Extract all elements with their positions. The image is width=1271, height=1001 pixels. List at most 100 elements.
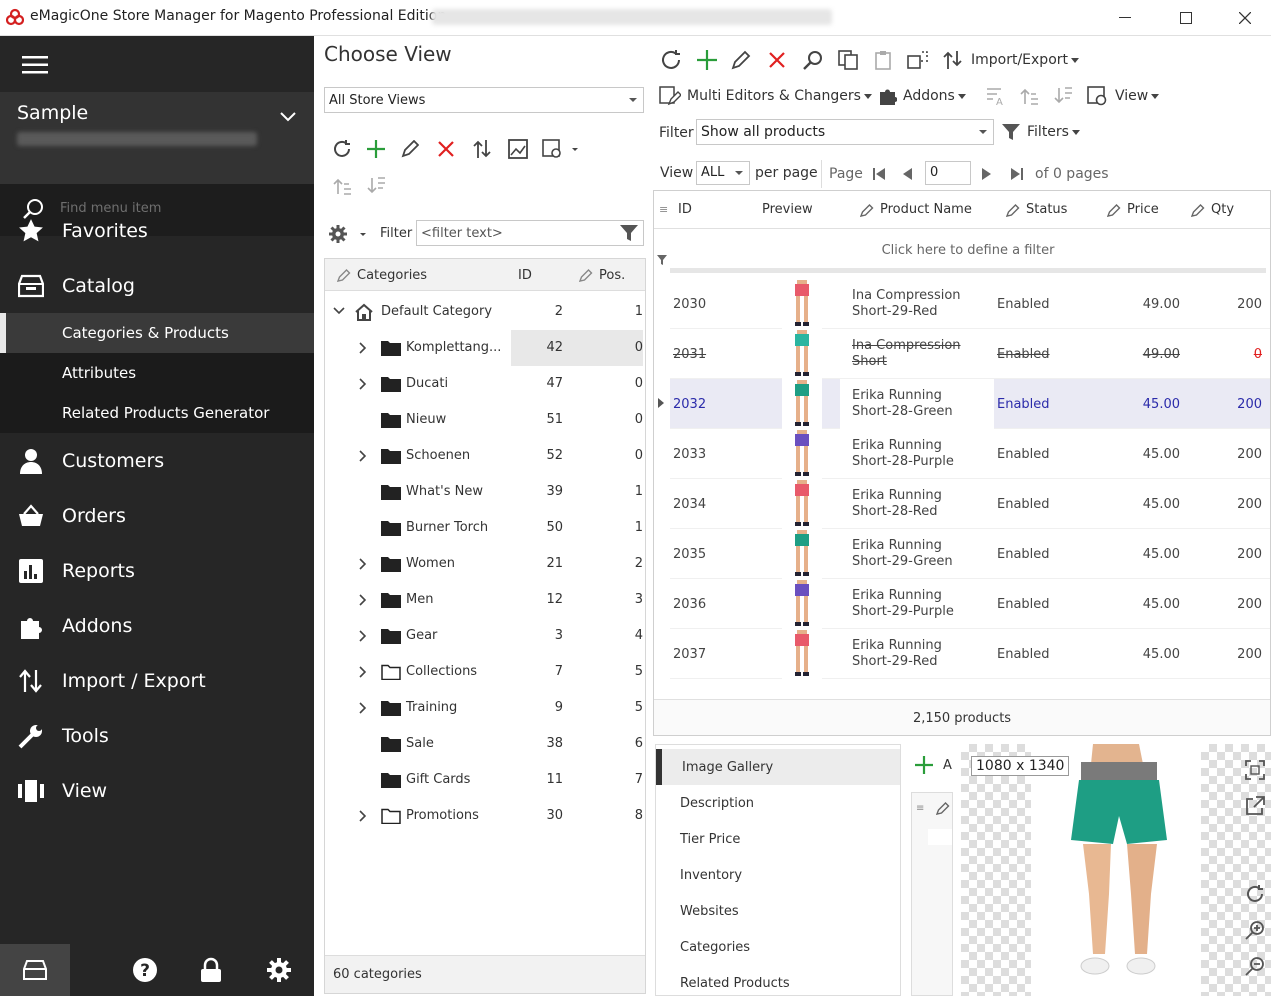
tree-row[interactable]: Ducati 47 0 <box>325 366 645 402</box>
image-button[interactable] <box>506 137 530 161</box>
column-status[interactable]: Status <box>1026 202 1067 217</box>
column-id[interactable]: ID <box>678 202 692 217</box>
chevron-right-icon[interactable] <box>359 558 367 570</box>
filters-button[interactable]: Filters <box>1001 120 1085 144</box>
image-thumbnail[interactable] <box>928 829 952 845</box>
chevron-right-icon[interactable] <box>359 702 367 714</box>
view-button[interactable]: View <box>1087 84 1167 108</box>
column-pos[interactable]: Pos. <box>599 268 625 283</box>
add-image-icon[interactable] <box>915 756 933 774</box>
tree-row[interactable]: Training 9 5 <box>325 690 645 726</box>
chevron-right-icon[interactable] <box>359 450 367 462</box>
add-button[interactable] <box>364 137 388 161</box>
funnel-icon[interactable] <box>619 224 639 242</box>
minimize-button[interactable] <box>1102 0 1148 36</box>
format-button[interactable]: A <box>983 84 1007 108</box>
tree-row[interactable]: Collections 7 5 <box>325 654 645 690</box>
sidebar-item-addons[interactable]: Addons <box>0 602 314 650</box>
store-view-select[interactable]: All Store Views <box>324 87 644 113</box>
sidebar-item-customers[interactable]: Customers <box>0 437 314 485</box>
tree-row[interactable]: Men 12 3 <box>325 582 645 618</box>
tab-image-gallery[interactable]: Image Gallery <box>656 749 900 785</box>
sidebar-item-reports[interactable]: Reports <box>0 547 314 595</box>
sidebar-item-orders[interactable]: Orders <box>0 492 314 540</box>
sidebar-subitem-related-products-generator[interactable]: Related Products Generator <box>0 393 314 433</box>
tree-row[interactable]: Komplettang... 42 0 <box>325 330 645 366</box>
column-categories[interactable]: Categories <box>357 268 427 283</box>
tree-row[interactable]: Sale 38 6 <box>325 726 645 762</box>
move-down-button[interactable] <box>364 174 388 198</box>
page-input[interactable]: 0 <box>925 161 971 185</box>
preview-dropdown-button[interactable] <box>540 137 580 161</box>
find-button[interactable] <box>801 48 825 72</box>
next-page-button[interactable] <box>975 162 999 186</box>
delete-product-button[interactable] <box>765 48 789 72</box>
lock-button[interactable] <box>176 944 246 996</box>
tab-categories[interactable]: Categories <box>656 929 900 965</box>
refresh-button[interactable] <box>330 137 354 161</box>
table-row[interactable]: 2030 Ina Compression Short-29-Red Enabled 49… <box>670 279 1270 329</box>
duplicate-button[interactable] <box>906 48 930 72</box>
product-filter-select[interactable]: Show all products <box>696 119 994 145</box>
move-up-button[interactable] <box>330 174 354 198</box>
zoom-in-icon[interactable] <box>1245 920 1265 940</box>
table-row[interactable]: 2033 Erika Running Short-28-Purple Enabled 4… <box>670 429 1270 479</box>
chevron-right-icon[interactable] <box>359 594 367 606</box>
settings-button[interactable] <box>244 944 314 996</box>
prev-page-button[interactable] <box>895 162 919 186</box>
rotate-icon[interactable] <box>1245 884 1265 904</box>
sidebar-item-tools[interactable]: Tools <box>0 712 314 760</box>
move-button[interactable] <box>470 137 494 161</box>
delete-button[interactable] <box>434 137 458 161</box>
maximize-button[interactable] <box>1163 0 1209 36</box>
open-external-icon[interactable] <box>1245 796 1265 816</box>
settings-dropdown-button[interactable] <box>328 222 368 246</box>
tree-row[interactable]: Nieuw 51 0 <box>325 402 645 438</box>
import-export-button[interactable]: Import/Export <box>943 48 1083 72</box>
tab-inventory[interactable]: Inventory <box>656 857 900 893</box>
help-button[interactable]: ? <box>110 944 180 996</box>
close-window-button[interactable] <box>1222 0 1268 36</box>
tree-row[interactable]: Burner Torch 50 1 <box>325 510 645 546</box>
chevron-right-icon[interactable] <box>359 810 367 822</box>
view-count-select[interactable]: ALL <box>696 161 750 185</box>
category-filter-input[interactable]: <filter text> <box>416 220 644 246</box>
table-row[interactable]: 2031 Ina Compression Short Enabled 49.00 0 <box>670 329 1270 379</box>
sidebar-item-catalog[interactable]: Catalog <box>0 262 314 310</box>
table-row[interactable]: 2037 Erika Running Short-29-Red Enabled 45.0… <box>670 629 1270 679</box>
hamburger-menu-icon[interactable] <box>22 56 48 74</box>
zoom-out-icon[interactable] <box>1245 956 1265 976</box>
edit-button[interactable] <box>398 137 422 161</box>
sidebar-subitem-categories-products[interactable]: Categories & Products <box>0 313 314 353</box>
fit-screen-icon[interactable] <box>1245 760 1265 780</box>
last-page-button[interactable] <box>1005 162 1029 186</box>
tab-description[interactable]: Description <box>656 785 900 821</box>
tree-row[interactable]: Promotions 30 8 <box>325 798 645 834</box>
tree-row[interactable]: Gift Cards 11 7 <box>325 762 645 798</box>
table-row[interactable]: 2032 Erika Running Short-28-Green Enabled 45… <box>658 379 1270 429</box>
tree-row[interactable]: Default Category 2 1 <box>325 294 645 330</box>
tree-row[interactable]: What's New 39 1 <box>325 474 645 510</box>
tree-row[interactable]: Women 21 2 <box>325 546 645 582</box>
sidebar-item-favorites[interactable]: Favorites <box>0 207 314 255</box>
store-selector[interactable]: Sample <box>0 92 314 184</box>
first-page-button[interactable] <box>867 162 891 186</box>
tree-row[interactable]: Schoenen 52 0 <box>325 438 645 474</box>
addons-button[interactable]: Addons <box>879 84 975 108</box>
edit-product-button[interactable] <box>729 48 753 72</box>
column-preview[interactable]: Preview <box>762 202 813 217</box>
chevron-right-icon[interactable] <box>359 378 367 390</box>
chevron-right-icon[interactable] <box>359 666 367 678</box>
tab-tier-price[interactable]: Tier Price <box>656 821 900 857</box>
column-product-name[interactable]: Product Name <box>880 202 972 217</box>
refresh-button[interactable] <box>659 48 683 72</box>
sidebar-subitem-attributes[interactable]: Attributes <box>0 353 314 393</box>
chevron-right-icon[interactable] <box>359 630 367 642</box>
sidebar-item-import-export[interactable]: Import / Export <box>0 657 314 705</box>
multi-editors-button[interactable]: Multi Editors & Changers <box>659 84 872 108</box>
copy-button[interactable] <box>836 48 860 72</box>
move-up-button[interactable] <box>1017 84 1041 108</box>
column-qty[interactable]: Qty <box>1211 202 1234 217</box>
paste-button[interactable] <box>871 48 895 72</box>
chevron-right-icon[interactable] <box>359 342 367 354</box>
